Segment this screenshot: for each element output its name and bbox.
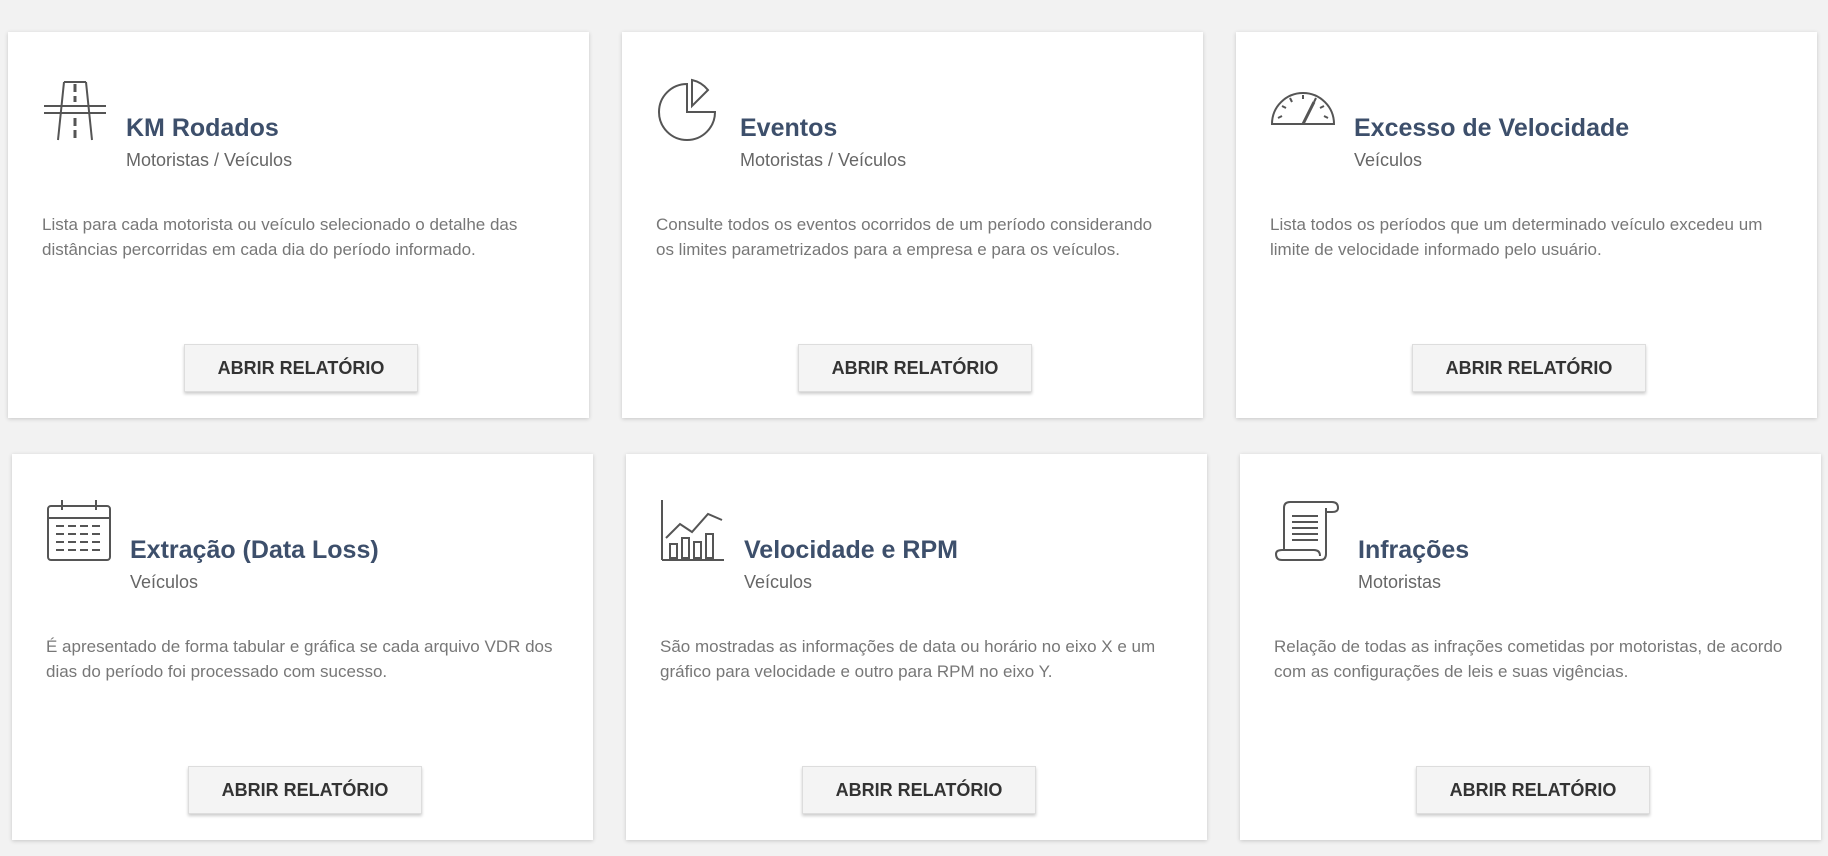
road-icon — [42, 76, 108, 142]
card-description: É apresentado de forma tabular e gráfica… — [46, 637, 553, 681]
card-subtitle: Veículos — [744, 572, 813, 592]
card-description: Lista todos os períodos que um determina… — [1270, 215, 1763, 259]
report-card-infracoes: Infrações Motoristas Relação de todas as… — [1240, 454, 1821, 840]
card-description: Relação de todas as infrações cometidas … — [1274, 637, 1783, 681]
open-report-button[interactable]: ABRIR RELATÓRIO — [188, 766, 422, 814]
card-title: Eventos — [740, 114, 838, 142]
card-subtitle: Veículos — [130, 572, 199, 592]
card-description: Lista para cada motorista ou veículo sel… — [42, 215, 518, 259]
card-subtitle: Motoristas / Veículos — [126, 150, 293, 170]
open-report-button[interactable]: ABRIR RELATÓRIO — [802, 766, 1036, 814]
card-title: Infrações — [1358, 536, 1470, 564]
open-report-button[interactable]: ABRIR RELATÓRIO — [184, 344, 418, 392]
open-report-button[interactable]: ABRIR RELATÓRIO — [1412, 344, 1646, 392]
card-title: KM Rodados — [126, 114, 279, 142]
card-description: Consulte todos os eventos ocorridos de u… — [656, 215, 1153, 259]
report-card-excesso-velocidade: Excesso de Velocidade Veículos Lista tod… — [1236, 32, 1817, 418]
scroll-document-icon — [1274, 498, 1340, 564]
speedometer-icon — [1270, 76, 1336, 142]
card-description: São mostradas as informações de data ou … — [660, 637, 1156, 681]
card-subtitle: Veículos — [1354, 150, 1423, 170]
pie-chart-icon — [656, 76, 722, 142]
card-title: Velocidade e RPM — [744, 536, 958, 564]
card-title: Excesso de Velocidade — [1354, 114, 1630, 142]
bar-line-chart-icon — [660, 498, 726, 564]
report-card-extracao: Extração (Data Loss) Veículos É apresent… — [12, 454, 593, 840]
open-report-button[interactable]: ABRIR RELATÓRIO — [1416, 766, 1650, 814]
report-card-km-rodados: KM Rodados Motoristas / Veículos Lista p… — [8, 32, 589, 418]
report-card-eventos: Eventos Motoristas / Veículos Consulte t… — [622, 32, 1203, 418]
open-report-button[interactable]: ABRIR RELATÓRIO — [798, 344, 1032, 392]
calendar-icon — [46, 498, 112, 564]
card-subtitle: Motoristas / Veículos — [740, 150, 907, 170]
report-card-velocidade-rpm: Velocidade e RPM Veículos São mostradas … — [626, 454, 1207, 840]
card-title: Extração (Data Loss) — [130, 536, 379, 564]
card-subtitle: Motoristas — [1358, 572, 1442, 592]
